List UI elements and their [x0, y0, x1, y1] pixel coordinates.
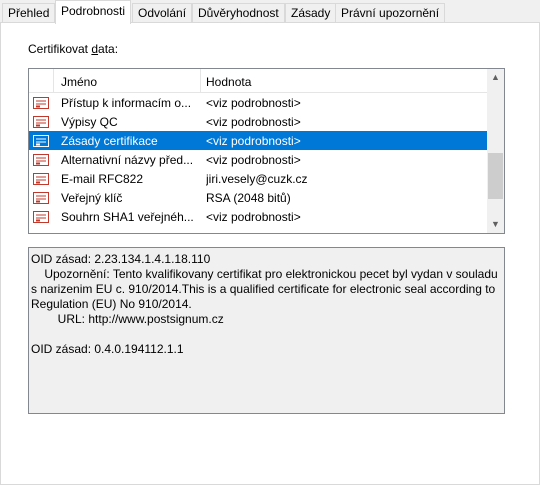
tab-label: Důvěryhodnost	[198, 6, 279, 20]
field-name: Výpisy QC	[61, 115, 118, 129]
tab-duveryhodnost[interactable]: Důvěryhodnost	[192, 3, 285, 22]
field-name: Souhrn SHA1 veřejnéh...	[61, 210, 194, 224]
field-value: jiri.vesely@cuzk.cz	[206, 172, 308, 186]
field-name: Veřejný klíč	[61, 191, 123, 205]
field-value: <viz podrobnosti>	[206, 115, 301, 129]
tab-strip: Přehled Podrobnosti Odvolání Důvěryhodno…	[0, 0, 540, 24]
certificate-field-icon	[33, 192, 49, 204]
vertical-scrollbar[interactable]: ▲ ▼	[487, 69, 504, 233]
list-item[interactable]: Přístup k informacím o... <viz podrobnost…	[29, 93, 488, 112]
tab-label: Právní upozornění	[341, 6, 440, 20]
field-details-text[interactable]: OID zásad: 2.23.134.1.4.1.18.110 Upozorn…	[28, 247, 505, 414]
certificate-field-icon	[33, 97, 49, 109]
tab-label: Podrobnosti	[61, 4, 126, 18]
column-header-name[interactable]: Jméno	[56, 69, 200, 93]
scroll-up-icon[interactable]: ▲	[487, 69, 504, 86]
list-item[interactable]	[29, 226, 488, 233]
list-item[interactable]: Souhrn SHA1 veřejnéh... <viz podrobnosti>	[29, 207, 488, 226]
certificate-data-label: Certifikovat data:	[28, 42, 118, 56]
field-name: Přístup k informacím o...	[61, 96, 192, 110]
tab-podrobnosti[interactable]: Podrobnosti	[55, 0, 132, 24]
list-header: Jméno Hodnota	[29, 69, 488, 93]
list-item[interactable]: E-mail RFC822 jiri.vesely@cuzk.cz	[29, 169, 488, 188]
list-rows: Přístup k informacím o... <viz podrobnost…	[29, 93, 488, 233]
field-name: E-mail RFC822	[61, 172, 144, 186]
field-value: <viz podrobnosti>	[206, 210, 301, 224]
scrollbar-thumb[interactable]	[488, 153, 503, 199]
tab-pravni-upozorneni[interactable]: Právní upozornění	[335, 3, 446, 22]
column-header-value[interactable]: Hodnota	[201, 69, 488, 93]
label-text: ata:	[98, 42, 119, 56]
certificate-field-icon	[33, 116, 49, 128]
tab-zasady[interactable]: Zásady	[285, 3, 337, 22]
tab-label: Zásady	[291, 6, 331, 20]
tab-label: Přehled	[8, 6, 50, 20]
list-item[interactable]: Veřejný klíč RSA (2048 bitů)	[29, 188, 488, 207]
column-label: Jméno	[61, 75, 98, 89]
certificate-field-icon	[33, 211, 49, 223]
column-label: Hodnota	[206, 75, 252, 89]
list-item[interactable]: Výpisy QC <viz podrobnosti>	[29, 112, 488, 131]
field-value: <viz podrobnosti>	[206, 153, 301, 167]
field-value: <viz podrobnosti>	[206, 96, 301, 110]
field-value: <viz podrobnosti>	[206, 134, 301, 148]
certificate-field-icon	[33, 135, 49, 147]
certificate-fields-list[interactable]: Jméno Hodnota Přístup k informacím o... <…	[28, 68, 505, 234]
label-text: Certifikovat	[28, 42, 92, 56]
list-item[interactable]: Alternativní názvy před... <viz podrobnos…	[29, 150, 488, 169]
field-name: Alternativní názvy před...	[61, 153, 194, 167]
certificate-field-icon	[33, 154, 49, 166]
scroll-down-icon[interactable]: ▼	[487, 216, 504, 233]
field-name: Zásady certifikace	[61, 134, 158, 148]
column-separator	[53, 69, 54, 93]
certificate-field-icon	[33, 173, 49, 185]
tab-prehled[interactable]: Přehled	[2, 3, 56, 22]
tab-label: Odvolání	[138, 6, 187, 20]
list-item[interactable]: Zásady certifikace <viz podrobnosti>	[29, 131, 488, 150]
field-value: RSA (2048 bitů)	[206, 191, 291, 205]
tab-odvolani[interactable]: Odvolání	[132, 3, 193, 22]
